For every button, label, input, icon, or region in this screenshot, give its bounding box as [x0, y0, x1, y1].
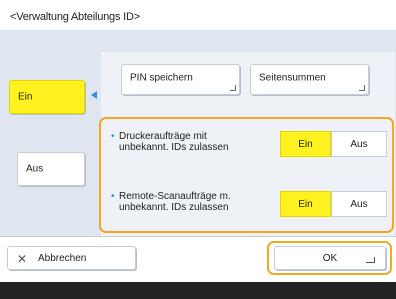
pin-save-button[interactable]: PIN speichern	[121, 64, 240, 95]
status-bar	[0, 282, 396, 299]
selection-arrow-icon	[91, 91, 97, 99]
mode-off-button[interactable]: Aus	[17, 152, 85, 186]
option-label-printer: Druckeraufträge mit unbekannt. IDs zulas…	[119, 131, 229, 153]
remote-scan-unknown-off-button[interactable]: Aus	[331, 191, 387, 217]
mode-off-label: Aus	[26, 163, 44, 175]
ok-button[interactable]: OK	[274, 246, 386, 270]
expand-corner-icon	[359, 85, 365, 91]
page-totals-button[interactable]: Seitensummen	[250, 64, 369, 95]
page-totals-label: Seitensummen	[259, 72, 326, 84]
page-title: <Verwaltung Abteilungs ID>	[10, 11, 140, 23]
pin-save-label: PIN speichern	[130, 72, 193, 84]
printer-unknown-on-button[interactable]: Ein	[280, 131, 331, 157]
mode-on-button[interactable]: Ein	[9, 80, 85, 114]
printer-unknown-off-button[interactable]: Aus	[331, 131, 387, 157]
enter-icon	[366, 257, 375, 263]
mode-on-label: Ein	[18, 91, 33, 103]
close-icon: ✕	[17, 252, 28, 266]
cancel-button[interactable]: ✕ Abbrechen	[7, 246, 136, 270]
footer-divider	[0, 236, 396, 237]
bullet-icon: •	[111, 191, 115, 202]
remote-scan-unknown-on-button[interactable]: Ein	[280, 191, 331, 217]
expand-corner-icon	[230, 85, 236, 91]
bullet-icon: •	[111, 131, 115, 142]
cancel-label: Abbrechen	[38, 253, 87, 264]
option-label-remote-scan: Remote-Scanaufträge m. unbekannt. IDs zu…	[119, 191, 231, 213]
